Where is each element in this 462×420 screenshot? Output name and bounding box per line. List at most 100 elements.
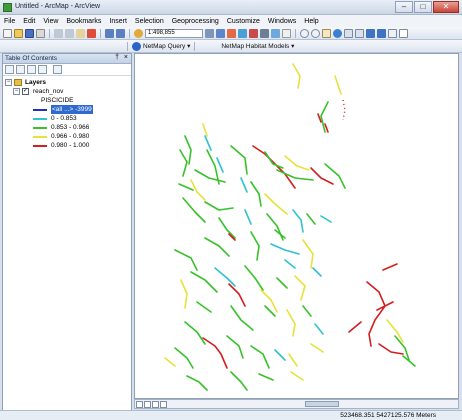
stream-reach[interactable] xyxy=(386,319,404,343)
stream-reach[interactable] xyxy=(320,215,332,223)
stream-reach[interactable] xyxy=(382,263,398,271)
stream-reach[interactable] xyxy=(202,337,228,369)
stream-reach[interactable] xyxy=(204,201,234,211)
layer-row[interactable]: − ✓ reach_nov xyxy=(3,87,131,96)
stream-reach[interactable] xyxy=(274,349,286,361)
menu-edit[interactable]: Edit xyxy=(23,18,35,25)
stream-reach[interactable] xyxy=(182,197,206,223)
zoom-out-icon[interactable] xyxy=(311,28,320,38)
stream-reach[interactable] xyxy=(376,301,394,311)
pause-drawing-button[interactable] xyxy=(160,401,167,408)
print-icon[interactable] xyxy=(36,28,45,38)
stream-reach[interactable] xyxy=(286,309,296,337)
list-by-source-icon[interactable] xyxy=(16,65,25,74)
netmap-habitat-models-dropdown[interactable]: NetMap Habitat Models ▾ xyxy=(221,42,294,50)
cut-icon[interactable] xyxy=(54,28,63,38)
stream-reach[interactable] xyxy=(378,343,404,355)
menu-geoprocessing[interactable]: Geoprocessing xyxy=(172,18,219,25)
stream-reach[interactable] xyxy=(310,343,324,353)
stream-reach[interactable] xyxy=(292,63,301,89)
netmap-query-dropdown[interactable]: NetMap Query ▾ xyxy=(143,42,190,50)
toc-options-icon[interactable] xyxy=(53,65,62,74)
stream-reach[interactable] xyxy=(184,321,206,345)
map-display[interactable] xyxy=(134,53,459,399)
fixed-zoom-in-icon[interactable] xyxy=(344,28,353,38)
zoom-in-icon[interactable] xyxy=(300,28,309,38)
legend-item[interactable]: 0 - 0.853 xyxy=(3,114,131,123)
stream-reach[interactable] xyxy=(196,301,212,313)
stream-reach[interactable] xyxy=(276,277,288,289)
menu-customize[interactable]: Customize xyxy=(227,18,260,25)
arctoolbox-icon[interactable] xyxy=(249,28,258,38)
editor-toolbar-icon[interactable] xyxy=(205,28,214,38)
stream-reach[interactable] xyxy=(284,155,310,171)
menu-insert[interactable]: Insert xyxy=(109,18,127,25)
model-builder-icon[interactable] xyxy=(271,28,280,38)
whats-this-icon[interactable] xyxy=(282,28,291,38)
map-scale-input[interactable]: 1:498,855 xyxy=(145,28,203,38)
data-frame-row[interactable]: − Layers xyxy=(3,78,131,87)
stream-reach[interactable] xyxy=(226,335,244,359)
list-by-drawing-order-icon[interactable] xyxy=(5,65,14,74)
stream-reach[interactable] xyxy=(302,305,312,317)
stream-reach[interactable] xyxy=(306,213,316,225)
stream-reach[interactable] xyxy=(348,321,362,333)
search-window-icon[interactable] xyxy=(238,28,247,38)
table-of-contents-icon[interactable] xyxy=(216,28,225,38)
stream-reach[interactable] xyxy=(366,281,386,347)
data-view-button[interactable] xyxy=(136,401,143,408)
back-extent-icon[interactable] xyxy=(366,28,375,38)
stream-reach[interactable] xyxy=(164,357,176,367)
fixed-zoom-out-icon[interactable] xyxy=(355,28,364,38)
catalog-icon[interactable] xyxy=(227,28,236,38)
layout-view-button[interactable] xyxy=(144,401,151,408)
menu-selection[interactable]: Selection xyxy=(135,18,164,25)
list-by-visibility-icon[interactable] xyxy=(27,65,36,74)
scrollbar-thumb[interactable] xyxy=(305,401,339,407)
toc-pin-icon[interactable]: † xyxy=(115,54,119,61)
stream-reach[interactable] xyxy=(230,371,248,391)
select-features-icon[interactable] xyxy=(388,28,397,38)
stream-reach[interactable] xyxy=(244,209,252,225)
list-by-selection-icon[interactable] xyxy=(38,65,47,74)
forward-extent-icon[interactable] xyxy=(377,28,386,38)
undo-icon[interactable] xyxy=(105,28,114,38)
stream-reach[interactable] xyxy=(174,347,194,369)
menu-help[interactable]: Help xyxy=(304,18,318,25)
map-horizontal-scrollbar[interactable] xyxy=(134,399,459,409)
full-extent-icon[interactable] xyxy=(333,28,342,38)
refresh-button[interactable] xyxy=(152,401,159,408)
stream-reach[interactable] xyxy=(244,265,264,291)
stream-reach[interactable] xyxy=(186,375,208,391)
stream-reach[interactable] xyxy=(288,353,298,367)
menu-view[interactable]: View xyxy=(43,18,58,25)
legend-item[interactable]: 0.966 - 0.980 xyxy=(3,132,131,141)
stream-reach[interactable] xyxy=(260,289,278,313)
stream-reach[interactable] xyxy=(174,249,198,271)
clear-selection-icon[interactable] xyxy=(399,28,408,38)
save-icon[interactable] xyxy=(25,28,34,38)
menu-file[interactable]: File xyxy=(4,18,15,25)
stream-reach[interactable] xyxy=(240,177,248,193)
stream-reach[interactable] xyxy=(266,213,284,241)
stream-reach[interactable] xyxy=(342,99,346,121)
stream-reach[interactable] xyxy=(250,345,270,369)
collapse-icon[interactable]: − xyxy=(5,79,12,86)
new-document-icon[interactable] xyxy=(3,28,12,38)
menu-windows[interactable]: Windows xyxy=(268,18,296,25)
stream-reach[interactable] xyxy=(204,237,230,257)
stream-reach[interactable] xyxy=(250,181,262,207)
stream-reach[interactable] xyxy=(202,123,208,137)
close-button[interactable]: ✕ xyxy=(433,1,459,13)
layer-visibility-checkbox[interactable]: ✓ xyxy=(22,88,29,95)
legend-item[interactable]: 0.853 - 0.966 xyxy=(3,123,131,132)
stream-reach[interactable] xyxy=(334,75,342,95)
stream-reach[interactable] xyxy=(264,193,288,215)
stream-reach[interactable] xyxy=(228,283,246,307)
stream-reach[interactable] xyxy=(310,167,334,185)
stream-reach[interactable] xyxy=(216,157,224,173)
stream-reach[interactable] xyxy=(250,231,260,261)
stream-reach[interactable] xyxy=(190,271,218,293)
stream-reach[interactable] xyxy=(178,183,194,191)
legend-item[interactable]: 0.980 - 1.000 xyxy=(3,141,131,150)
